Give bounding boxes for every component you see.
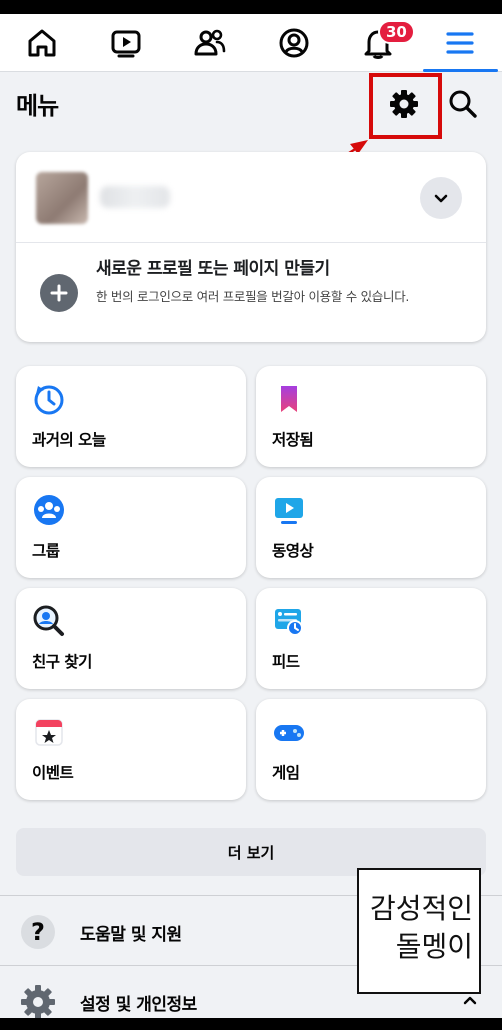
system-navigation-bar — [0, 1018, 502, 1030]
plus-icon — [50, 284, 68, 302]
search-button[interactable] — [442, 83, 484, 125]
status-bar — [0, 0, 502, 14]
tile-label: 친구 찾기 — [32, 653, 92, 671]
chevron-down-icon — [434, 194, 448, 203]
top-navigation: 30 — [0, 14, 502, 72]
profile-name-blurred[interactable] — [100, 186, 170, 208]
create-profile-description: 한 번의 로그인으로 여러 프로필을 번갈아 이용할 수 있습니다. — [96, 289, 410, 304]
profile-icon — [279, 28, 309, 58]
shortcut-video[interactable]: 동영상 — [256, 477, 486, 578]
search-icon — [449, 90, 477, 118]
feed-icon — [275, 609, 303, 636]
help-icon: ? — [21, 915, 55, 949]
avatar[interactable] — [36, 172, 88, 224]
watermark-line-2: 돌멩이 — [395, 930, 473, 963]
nav-menu[interactable] — [418, 14, 502, 72]
settings-icon — [21, 985, 55, 1019]
shortcut-groups[interactable]: 그룹 — [16, 477, 246, 578]
nav-home[interactable] — [0, 14, 84, 72]
svg-text:?: ? — [31, 918, 45, 946]
calendar-icon — [35, 719, 63, 746]
section-label: 설정 및 개인정보 — [80, 995, 197, 1015]
card-divider — [16, 242, 486, 243]
video-tile-icon — [275, 498, 303, 524]
home-icon — [28, 29, 56, 57]
shortcut-events[interactable]: 이벤트 — [16, 699, 246, 800]
settings-highlight-box — [369, 73, 442, 139]
shortcut-feed[interactable]: 피드 — [256, 588, 486, 689]
section-label: 도움말 및 지원 — [80, 925, 182, 945]
find-friends-icon — [33, 605, 64, 636]
tile-label: 그룹 — [32, 542, 60, 560]
nav-profile[interactable] — [252, 14, 336, 72]
tile-label: 피드 — [272, 653, 300, 671]
nav-video[interactable] — [84, 14, 168, 72]
watermark-line-1: 감성적인 — [369, 892, 473, 925]
menu-icon — [446, 32, 474, 54]
shortcut-find-friends[interactable]: 친구 찾기 — [16, 588, 246, 689]
groups-icon — [34, 495, 64, 525]
friends-icon — [194, 29, 226, 56]
gamepad-icon — [274, 725, 304, 741]
shortcut-gaming[interactable]: 게임 — [256, 699, 486, 800]
nav-friends[interactable] — [168, 14, 252, 72]
tile-label: 이벤트 — [32, 764, 74, 782]
profile-card: 새로운 프로필 또는 페이지 만들기 한 번의 로그인으로 여러 프로필을 번갈… — [16, 152, 486, 342]
tile-label: 게임 — [272, 764, 300, 782]
video-icon — [111, 30, 141, 58]
create-profile-button[interactable] — [40, 274, 78, 312]
notification-badge: 30 — [378, 20, 415, 44]
active-tab-indicator — [423, 69, 498, 72]
create-profile-title[interactable]: 새로운 프로필 또는 페이지 만들기 — [96, 254, 330, 279]
tile-label: 과거의 오늘 — [32, 431, 106, 449]
switch-profile-button[interactable] — [420, 177, 462, 219]
shortcut-saved[interactable]: 저장됨 — [256, 366, 486, 467]
watermark: 감성적인 돌멩이 — [357, 868, 481, 994]
shortcut-memories[interactable]: 과거의 오늘 — [16, 366, 246, 467]
bookmark-icon — [281, 386, 297, 412]
tile-label: 동영상 — [272, 542, 314, 560]
page-title: 메뉴 — [16, 92, 59, 120]
tile-label: 저장됨 — [272, 431, 314, 449]
memories-icon — [34, 385, 64, 415]
